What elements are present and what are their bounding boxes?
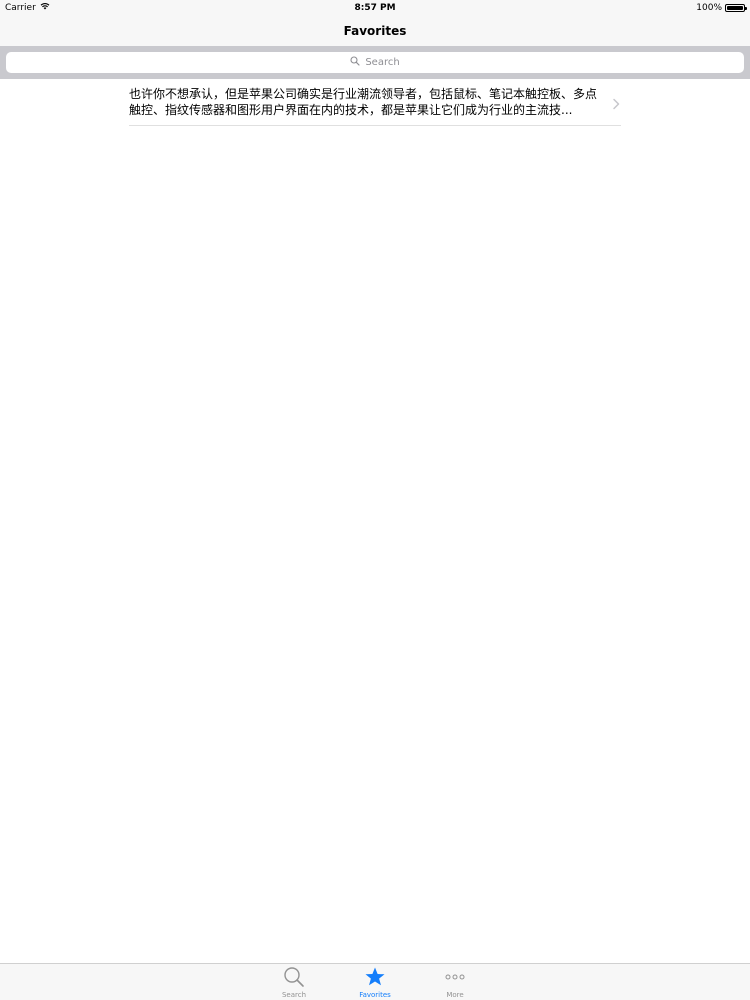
status-bar: Carrier 8:57 PM 100%: [0, 0, 750, 16]
search-bar: Search: [0, 46, 750, 79]
search-input[interactable]: Search: [6, 52, 744, 73]
tab-favorites-label: Favorites: [359, 991, 391, 999]
chevron-right-icon: [611, 95, 621, 110]
page-title: Favorites: [343, 24, 407, 38]
battery-icon: [725, 4, 747, 12]
tab-search-label: Search: [281, 991, 307, 999]
tab-favorites[interactable]: Favorites: [345, 966, 405, 1000]
search-icon: [283, 966, 305, 988]
list-item[interactable]: 也许你不想承认，但是苹果公司确实是行业潮流领导者，包括鼠标、笔记本触控板、多点触…: [129, 79, 621, 126]
more-icon: [444, 966, 466, 988]
status-right: 100%: [696, 0, 747, 16]
tab-search[interactable]: Search: [264, 966, 324, 1000]
tab-bar: Search Favorites More: [0, 963, 750, 1000]
tab-more[interactable]: More: [425, 966, 485, 1000]
favorites-list: 也许你不想承认，但是苹果公司确实是行业潮流领导者，包括鼠标、笔记本触控板、多点触…: [0, 79, 750, 126]
search-placeholder: Search: [365, 57, 400, 68]
status-time: 8:57 PM: [354, 3, 396, 13]
tab-more-label: More: [446, 991, 464, 999]
star-icon: [364, 966, 386, 988]
search-icon: [350, 56, 360, 69]
battery-level-fill: [727, 6, 743, 10]
list-item-text: 也许你不想承认，但是苹果公司确实是行业潮流领导者，包括鼠标、笔记本触控板、多点触…: [129, 87, 598, 117]
battery-percent: 100%: [696, 3, 722, 13]
app-window: Carrier 8:57 PM 100% Favorites Search 也许…: [0, 0, 750, 1000]
navigation-bar: Favorites: [0, 16, 750, 46]
